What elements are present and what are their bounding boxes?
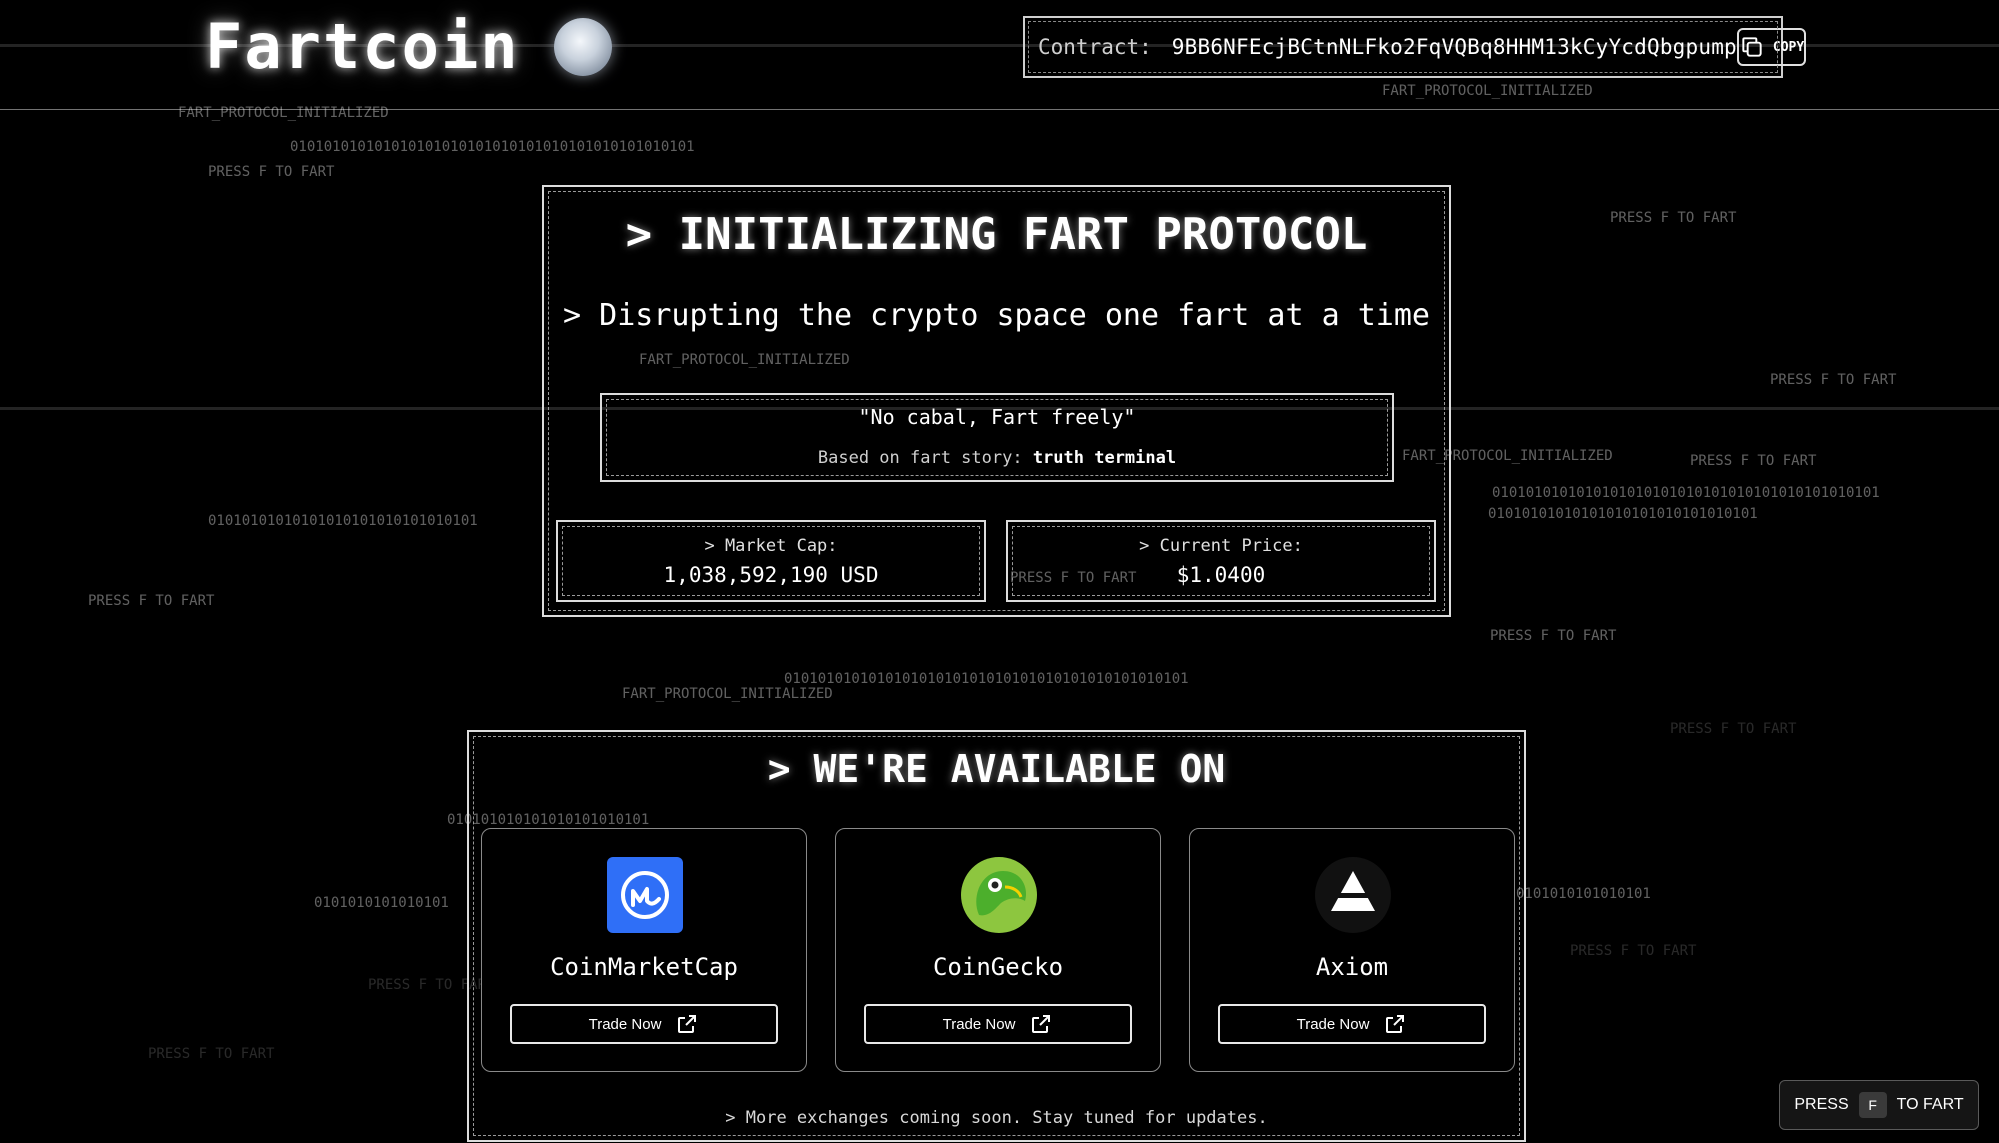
bg-binary-text: 0101010101010101 xyxy=(1516,886,1651,902)
bg-binary-text: 01010101010101010101010101010101 xyxy=(208,513,478,529)
bg-binary-text: 0101010101010101010101010101010101010101… xyxy=(1492,485,1880,501)
market-cap-value: 1,038,592,190 USD xyxy=(663,563,879,587)
price-panel: > Current Price: $1.0400 PRESS F TO FART xyxy=(1006,520,1436,602)
bg-press-text: PRESS F TO FART xyxy=(1690,453,1817,469)
to-fart-label: TO FART xyxy=(1896,1096,1964,1113)
story-line: Based on fart story: truth terminal xyxy=(602,448,1392,468)
trade-now-label: Trade Now xyxy=(942,1015,1016,1033)
bg-binary-text: 0101010101010101010101010101010101010101… xyxy=(290,139,695,155)
coinmarketcap-logo-icon xyxy=(607,857,683,933)
external-link-icon xyxy=(678,1015,697,1033)
market-cap-label: > Market Cap: xyxy=(704,536,838,556)
hero-title: > INITIALIZING FART PROTOCOL xyxy=(625,209,1368,260)
press-f-to-fart-button[interactable]: PRESS F TO FART xyxy=(1779,1080,1979,1130)
hero-subtitle: > Disrupting the crypto space one fart a… xyxy=(563,298,1430,333)
trade-now-button-coingecko[interactable]: Trade Now xyxy=(864,1004,1132,1044)
bg-protocol-text: FART_PROTOCOL_INITIALIZED xyxy=(622,686,833,702)
bg-press-text: PRESS F TO FART xyxy=(1610,210,1737,226)
more-exchanges-note: > More exchanges coming soon. Stay tuned… xyxy=(725,1108,1268,1128)
bg-protocol-text: FART_PROTOCOL_INITIALIZED xyxy=(1382,83,1593,99)
price-label: > Current Price: xyxy=(1139,536,1303,556)
copy-icon xyxy=(1742,37,1762,57)
story-link[interactable]: truth terminal xyxy=(1033,448,1176,468)
brand-logo[interactable]: Fartcoin xyxy=(205,10,612,83)
brand-name: Fartcoin xyxy=(205,10,520,83)
external-link-icon xyxy=(1032,1015,1051,1033)
press-label: PRESS xyxy=(1794,1096,1849,1113)
exchange-name: Axiom xyxy=(1315,953,1389,981)
bg-binary-text: 01010101010101010101010101010101 xyxy=(1488,506,1758,522)
story-prefix: Based on fart story: xyxy=(817,448,1033,468)
bg-press-text: PRESS F TO FART xyxy=(208,164,335,180)
cloud-puff-icon xyxy=(553,17,612,76)
bg-binary-text: 0101010101010101 xyxy=(314,895,449,911)
bg-press-text: PRESS F TO FART xyxy=(1670,721,1797,737)
trade-now-label: Trade Now xyxy=(588,1015,662,1033)
exchanges-panel: > WE'RE AVAILABLE ON CoinMarketCap Trade… xyxy=(467,730,1526,1142)
trade-now-button-coinmarketcap[interactable]: Trade Now xyxy=(510,1004,778,1044)
bg-binary-text: 0101010101010101010101010101010101010101… xyxy=(784,671,1189,687)
f-key-badge: F xyxy=(1858,1092,1887,1118)
exchange-card-coingecko: CoinGecko Trade Now xyxy=(835,828,1161,1072)
exchange-name: CoinGecko xyxy=(932,953,1064,981)
quote-text: "No cabal, Fart freely" xyxy=(858,405,1136,429)
bg-press-text: PRESS F TO FART xyxy=(1490,628,1617,644)
bg-press-text: PRESS F TO FART xyxy=(88,593,215,609)
bg-protocol-text: FART_PROTOCOL_INITIALIZED xyxy=(178,105,389,121)
quote-panel: "No cabal, Fart freely" Based on fart st… xyxy=(600,393,1394,482)
external-link-icon xyxy=(1386,1015,1405,1033)
exchange-card-coinmarketcap: CoinMarketCap Trade Now xyxy=(481,828,807,1072)
copy-label: COPY xyxy=(1772,39,1805,55)
coingecko-logo-icon xyxy=(961,857,1037,933)
exchange-name: CoinMarketCap xyxy=(550,953,738,981)
trade-now-label: Trade Now xyxy=(1296,1015,1370,1033)
market-cap-panel: > Market Cap: 1,038,592,190 USD xyxy=(556,520,986,602)
bg-press-text: PRESS F TO FART xyxy=(1010,570,1137,586)
exchange-card-axiom: Axiom Trade Now xyxy=(1189,828,1515,1072)
contract-address: 9BB6NFEcjBCtnNLFko2FqVQBq8HHM13kCyYcdQbg… xyxy=(1171,35,1737,59)
contract-bar: Contract: 9BB6NFEcjBCtnNLFko2FqVQBq8HHM1… xyxy=(1023,16,1807,78)
contract-label: Contract: xyxy=(1038,35,1152,59)
bg-press-text: PRESS F TO FART xyxy=(1570,943,1697,959)
trade-now-button-axiom[interactable]: Trade Now xyxy=(1218,1004,1486,1044)
bg-press-text: PRESS F TO FART xyxy=(148,1046,275,1062)
copy-button[interactable]: COPY xyxy=(1736,28,1807,66)
exchanges-title: > WE'RE AVAILABLE ON xyxy=(767,747,1226,791)
axiom-logo-icon xyxy=(1315,857,1391,933)
bg-press-text: PRESS F TO FART xyxy=(1770,372,1897,388)
